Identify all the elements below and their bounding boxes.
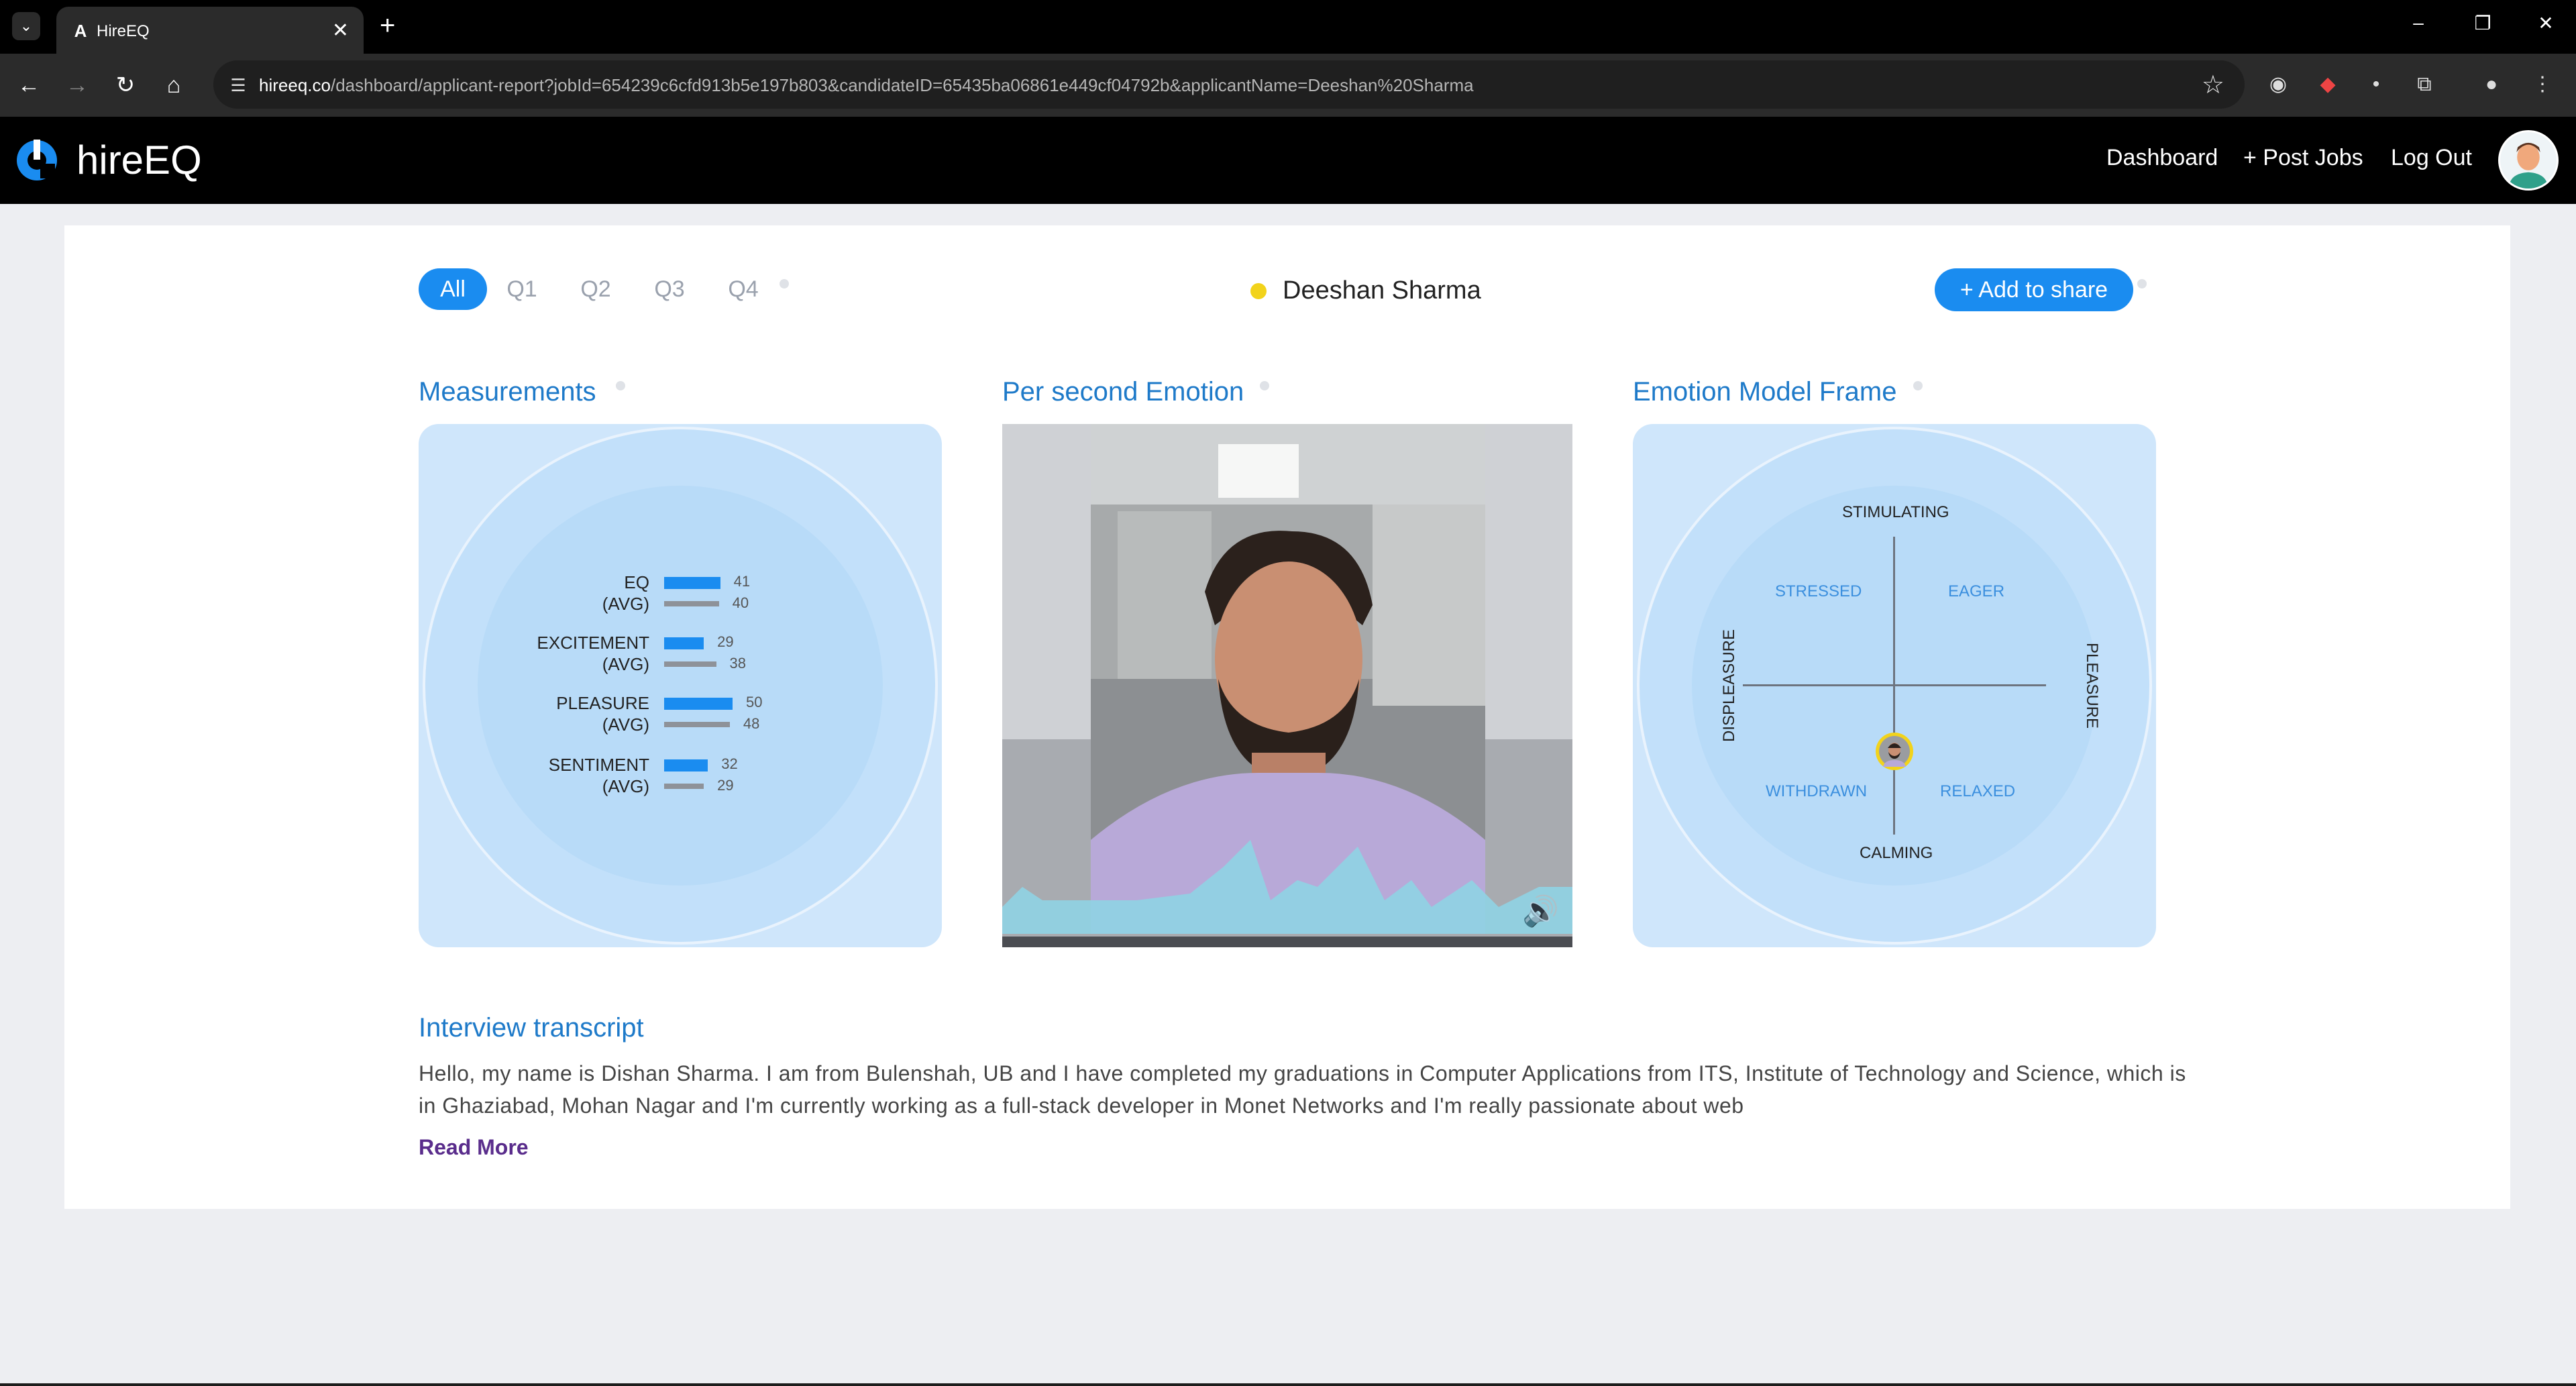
window-close-icon[interactable]: ✕ [2529, 12, 2563, 34]
hireeq-logo-icon[interactable] [13, 137, 60, 184]
measurement-avg-bar [664, 784, 704, 789]
extension-icon[interactable]: ◉ [2265, 71, 2292, 98]
site-settings-icon[interactable]: ☰ [227, 74, 250, 97]
transcript-text: Hello, my name is Dishan Sharma. I am fr… [419, 1061, 2186, 1118]
filter-q3-pill[interactable]: Q3 [648, 268, 691, 310]
menu-icon[interactable]: ⋮ [2529, 71, 2556, 98]
filter-q1-pill[interactable]: Q1 [500, 268, 543, 310]
measurement-row: PLEASURE (AVG) 50 48 [419, 693, 942, 741]
extension-icon[interactable]: • [2363, 71, 2390, 98]
measurement-avg-value: 38 [729, 655, 746, 672]
quadrant-label-eager: EAGER [1948, 582, 2005, 600]
measurement-value: 29 [717, 633, 734, 650]
measurement-label: EXCITEMENT (AVG) [537, 633, 649, 674]
close-icon[interactable]: ✕ [332, 19, 349, 42]
measurement-avg-value: 40 [732, 594, 749, 611]
per-second-emotion-video[interactable]: 🔊 [1002, 424, 1572, 947]
measurement-value-bar [664, 637, 704, 649]
measurement-value: 41 [733, 573, 751, 590]
measurement-row: SENTIMENT (AVG) 32 29 [419, 755, 942, 802]
browser-tab-bar: ⌄ A HireEQ ✕ + – ❐ ✕ [0, 0, 2576, 54]
app-header: hireEQ Dashboard + Post Jobs Log Out [0, 117, 2576, 204]
nav-logout-link[interactable]: Log Out [2391, 145, 2472, 171]
measurement-label: EQ (AVG) [602, 572, 649, 614]
applicant-report-card: All Q1 Q2 Q3 Q4 Deeshan Sharma + Add to … [64, 225, 2510, 1209]
measurement-value-bar [664, 577, 720, 589]
quadrant-label-relaxed: RELAXED [1940, 782, 2016, 800]
per-second-emotion-title: Per second Emotion [1002, 377, 1244, 407]
measurement-row: EQ (AVG) 41 40 [419, 572, 942, 620]
add-to-share-button[interactable]: + Add to share [1935, 268, 2133, 311]
filter-q2-pill[interactable]: Q2 [574, 268, 617, 310]
tab-title: HireEQ [97, 22, 150, 40]
video-progress-bar[interactable] [1002, 937, 1572, 947]
minimize-icon[interactable]: – [2402, 12, 2435, 34]
brand-name[interactable]: hireEQ [76, 137, 202, 183]
extensions-icon[interactable]: ⧉ [2411, 71, 2438, 98]
filter-all-pill[interactable]: All [419, 268, 487, 310]
reload-icon[interactable]: ↻ [109, 68, 142, 102]
extension-icon[interactable]: ◆ [2314, 71, 2341, 98]
measurement-value-bar [664, 759, 708, 771]
axis-label-right: PLEASURE [2083, 642, 2102, 729]
quadrant-label-stressed: STRESSED [1775, 582, 1862, 600]
browser-toolbar: ← → ↻ ⌂ ☰ hireeq.co/dashboard/applicant-… [0, 54, 2576, 117]
horizontal-axis-line [1743, 684, 2046, 686]
measurement-value-bar [664, 698, 733, 710]
emotion-waveform [1002, 840, 1572, 934]
nav-dashboard-link[interactable]: Dashboard [2106, 145, 2218, 171]
axis-label-top: STIMULATING [1842, 503, 1949, 521]
info-icon[interactable] [780, 279, 789, 288]
home-icon[interactable]: ⌂ [157, 68, 191, 102]
measurement-value: 50 [746, 694, 763, 710]
status-dot-icon [1250, 283, 1267, 299]
measurement-avg-bar [664, 601, 719, 606]
emotion-model-frame-panel: STIMULATING CALMING DISPLEASURE PLEASURE… [1633, 424, 2156, 947]
measurement-avg-bar [664, 722, 730, 727]
tab-favicon: A [74, 21, 87, 41]
url-text[interactable]: hireeq.co/dashboard/applicant-report?job… [259, 75, 1474, 96]
nav-post-jobs-link[interactable]: + Post Jobs [2243, 145, 2363, 171]
restore-icon[interactable]: ❐ [2466, 12, 2500, 34]
volume-icon[interactable]: 🔊 [1522, 894, 1559, 928]
page-bottom-border [0, 1383, 2576, 1386]
measurement-avg-bar [664, 661, 716, 667]
axis-label-left: DISPLEASURE [1720, 629, 1739, 743]
panel-ring-inner [478, 486, 883, 886]
info-icon[interactable] [2137, 279, 2147, 288]
browser-tab[interactable]: A HireEQ ✕ [56, 7, 364, 54]
plus-icon[interactable]: + [380, 11, 395, 41]
user-avatar[interactable] [2498, 130, 2559, 191]
forward-icon[interactable]: → [60, 68, 94, 102]
address-bar[interactable]: ☰ hireeq.co/dashboard/applicant-report?j… [213, 60, 2245, 109]
measurement-avg-value: 29 [717, 777, 734, 794]
tab-menu-icon[interactable]: ⌄ [12, 12, 40, 40]
quadrant-label-withdrawn: WITHDRAWN [1766, 782, 1868, 800]
read-more-link[interactable]: Read More [419, 1135, 529, 1160]
filter-q4-pill[interactable]: Q4 [722, 268, 765, 310]
measurement-label: PLEASURE (AVG) [556, 693, 649, 735]
info-icon[interactable] [616, 381, 625, 390]
measurements-panel: EQ (AVG) 41 40 EXCITEMENT (AVG) 29 38 PLEA… [419, 424, 942, 947]
info-icon[interactable] [1260, 381, 1269, 390]
info-icon[interactable] [1913, 381, 1923, 390]
measurements-title: Measurements [419, 377, 596, 407]
measurement-avg-value: 48 [743, 715, 760, 732]
candidate-name: Deeshan Sharma [1283, 276, 1481, 305]
measurement-label: SENTIMENT (AVG) [548, 755, 649, 796]
measurement-value: 32 [721, 755, 738, 772]
back-icon[interactable]: ← [12, 68, 46, 102]
axis-label-bottom: CALMING [1860, 844, 1933, 862]
emotion-model-frame-title: Emotion Model Frame [1633, 377, 1897, 407]
candidate-marker-avatar[interactable] [1876, 733, 1913, 770]
star-icon[interactable]: ☆ [2202, 70, 2224, 100]
profile-icon[interactable]: ● [2478, 71, 2505, 98]
interview-transcript-title: Interview transcript [419, 1013, 644, 1043]
measurement-row: EXCITEMENT (AVG) 29 38 [419, 633, 942, 680]
